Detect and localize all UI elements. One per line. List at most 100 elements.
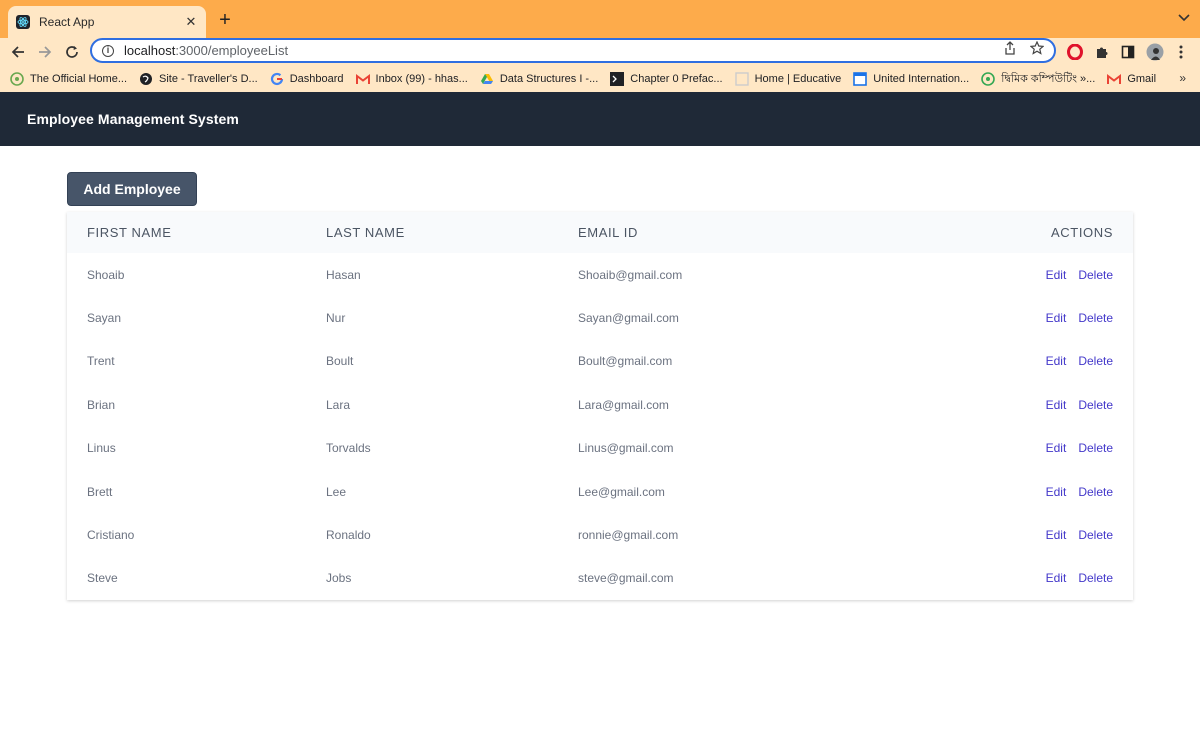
table-row: Linus Torvalds Linus@gmail.com Edit Delete [67, 427, 1133, 470]
bookmark-item[interactable]: Dashboard [270, 72, 344, 86]
delete-link[interactable]: Delete [1078, 441, 1113, 455]
extensions-icon[interactable] [1091, 41, 1113, 63]
first-name-cell: Trent [87, 354, 115, 369]
edit-link[interactable]: Edit [1046, 268, 1067, 282]
actions-cell: Edit Delete [968, 296, 1133, 339]
first-name-cell: Shoaib [87, 267, 125, 282]
add-employee-button[interactable]: Add Employee [67, 172, 197, 206]
email-cell: steve@gmail.com [578, 571, 674, 586]
delete-link[interactable]: Delete [1078, 571, 1113, 585]
edit-link[interactable]: Edit [1046, 571, 1067, 585]
delete-link[interactable]: Delete [1078, 528, 1113, 542]
header-actions: Actions [1051, 225, 1113, 240]
last-name-cell: Hasan [326, 267, 361, 282]
page-icon [734, 72, 749, 86]
table-row: Shoaib Hasan Shoaib@gmail.com Edit Delete [67, 253, 1133, 296]
bookmark-label: Data Structures I -... [499, 73, 599, 85]
site-icon [10, 72, 24, 86]
bookmark-item[interactable]: United Internation... [853, 72, 969, 86]
bookmark-label: Chapter 0 Prefac... [630, 73, 723, 85]
bookmark-item[interactable]: The Official Home... [10, 72, 127, 86]
terminal-icon [610, 72, 625, 86]
actions-cell: Edit Delete [968, 470, 1133, 513]
delete-link[interactable]: Delete [1078, 398, 1113, 412]
edit-link[interactable]: Edit [1046, 528, 1067, 542]
forward-arrow-icon[interactable] [34, 41, 56, 63]
new-tab-button[interactable]: + [214, 9, 236, 31]
globe-icon [139, 72, 153, 86]
table-header-row: First Name Last Name Email Id Actions [67, 212, 1133, 253]
first-name-cell: Steve [87, 571, 118, 586]
delete-link[interactable]: Delete [1078, 354, 1113, 368]
profile-avatar-icon[interactable] [1144, 41, 1166, 63]
table-row: Sayan Nur Sayan@gmail.com Edit Delete [67, 296, 1133, 339]
actions-cell: Edit Delete [968, 513, 1133, 556]
more-menu-icon[interactable] [1170, 41, 1192, 63]
info-icon[interactable]: i [102, 44, 114, 57]
bookmark-label: Gmail [1127, 73, 1157, 85]
header-first-name: First Name [87, 225, 172, 240]
reload-icon[interactable] [61, 41, 83, 63]
email-cell: Lara@gmail.com [578, 397, 669, 412]
delete-link[interactable]: Delete [1078, 268, 1113, 282]
app-header: Employee Management System [0, 92, 1200, 146]
actions-cell: Edit Delete [968, 340, 1133, 383]
email-cell: Lee@gmail.com [578, 484, 665, 499]
calendar-icon [853, 72, 868, 86]
share-icon[interactable] [1004, 41, 1016, 60]
url-host: localhost [124, 43, 176, 58]
employee-table: First Name Last Name Email Id Actions Sh… [67, 212, 1133, 600]
side-panel-icon[interactable] [1117, 41, 1139, 63]
bookmark-item[interactable]: Inbox (99) - hhas... [355, 72, 468, 86]
browser-tab[interactable]: React App ✕ [8, 6, 206, 38]
site-icon [981, 72, 996, 86]
actions-cell: Edit Delete [968, 557, 1133, 600]
bookmark-label: Home | Educative [754, 73, 842, 85]
back-arrow-icon[interactable] [7, 41, 29, 63]
app-title[interactable]: Employee Management System [27, 111, 239, 127]
bookmark-item[interactable]: দ্বিমিক কম্পিউটিং »... [981, 70, 1095, 89]
bookmark-item[interactable]: Site - Traveller's D... [139, 72, 258, 86]
google-icon [270, 72, 284, 86]
table-row: Brian Lara Lara@gmail.com Edit Delete [67, 383, 1133, 426]
first-name-cell: Brett [87, 484, 113, 499]
url-text: localhost:3000/employeeList [124, 43, 1004, 58]
browser-toolbar: i localhost:3000/employeeList [0, 38, 1200, 66]
header-email-id: Email Id [578, 225, 638, 240]
bookmark-item[interactable]: Data Structures I -... [480, 72, 598, 86]
edit-link[interactable]: Edit [1046, 441, 1067, 455]
edit-link[interactable]: Edit [1046, 311, 1067, 325]
bookmark-label: The Official Home... [30, 73, 127, 85]
close-icon[interactable]: ✕ [184, 14, 198, 30]
last-name-cell: Lee [326, 484, 347, 499]
table-row: Brett Lee Lee@gmail.com Edit Delete [67, 470, 1133, 513]
bookmark-label: Inbox (99) - hhas... [375, 73, 468, 85]
last-name-cell: Boult [326, 354, 354, 369]
bookmark-item[interactable]: Gmail [1107, 72, 1156, 86]
delete-link[interactable]: Delete [1078, 311, 1113, 325]
last-name-cell: Lara [326, 397, 351, 412]
email-cell: ronnie@gmail.com [578, 528, 679, 543]
bookmark-item[interactable]: Home | Educative [734, 72, 842, 86]
bookmarks-bar: The Official Home... Site - Traveller's D… [0, 66, 1200, 92]
table-row: Trent Boult Boult@gmail.com Edit Delete [67, 340, 1133, 383]
table-body: Shoaib Hasan Shoaib@gmail.com Edit Delete Say… [67, 253, 1133, 600]
bookmark-label: দ্বিমিক কম্পিউটিং »... [1001, 72, 1096, 85]
table-row: Cristiano Ronaldo ronnie@gmail.com Edit Dele… [67, 513, 1133, 556]
gmail-icon [355, 72, 370, 86]
edit-link[interactable]: Edit [1046, 354, 1067, 368]
bookmarks-overflow-button[interactable]: » [1179, 71, 1186, 85]
delete-link[interactable]: Delete [1078, 485, 1113, 499]
star-icon[interactable] [1029, 40, 1045, 60]
opera-icon[interactable] [1064, 41, 1086, 63]
edit-link[interactable]: Edit [1046, 398, 1067, 412]
email-cell: Shoaib@gmail.com [578, 267, 683, 282]
table-row: Steve Jobs steve@gmail.com Edit Delete [67, 557, 1133, 600]
last-name-cell: Torvalds [326, 441, 371, 456]
chevron-down-icon[interactable] [1178, 11, 1190, 25]
address-bar[interactable]: i localhost:3000/employeeList [90, 38, 1056, 63]
edit-link[interactable]: Edit [1046, 485, 1067, 499]
bookmark-label: Dashboard [289, 73, 344, 85]
bookmark-item[interactable]: Chapter 0 Prefac... [610, 72, 723, 86]
header-last-name: Last Name [326, 225, 405, 240]
